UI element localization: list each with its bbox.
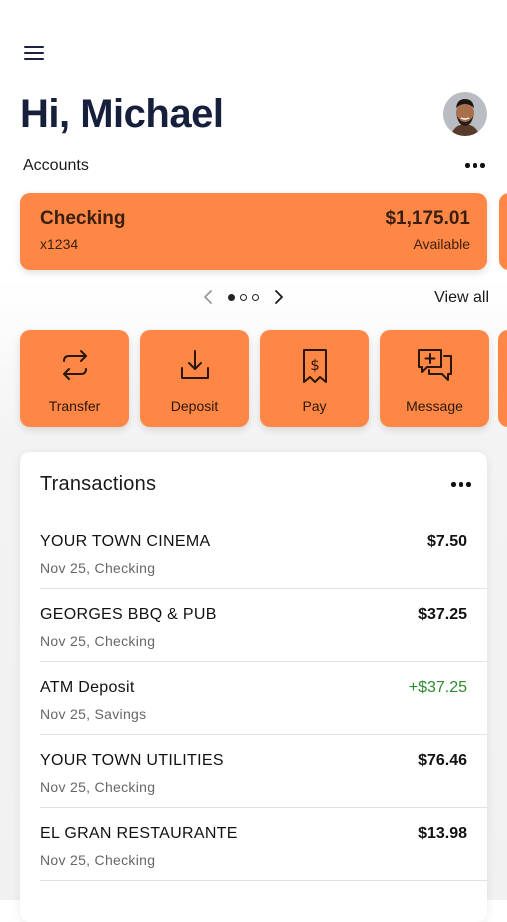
svg-text:$: $ [310,356,320,374]
transaction-amount: +$37.25 [408,679,467,696]
transaction-amount: $76.46 [418,752,467,769]
deposit-button[interactable]: Deposit [140,330,249,427]
pay-icon: $ [302,349,327,383]
transfer-label: Transfer [48,398,101,414]
greeting: Hi, Michael [20,92,224,136]
account-number: x1234 [40,236,79,252]
transactions-title: Transactions [40,473,157,495]
transaction-row[interactable]: ATM Deposit Nov 25, Savings +$37.25 [20,662,487,735]
deposit-label: Deposit [170,398,219,414]
transaction-merchant: YOUR TOWN UTILITIES [40,752,224,769]
transaction-merchant: ATM Deposit [40,679,135,696]
transfer-button[interactable]: Transfer [20,330,129,427]
transaction-detail: Nov 25, Checking [40,852,156,868]
transaction-amount: $37.25 [418,606,467,623]
pager-dot[interactable] [228,293,235,301]
transaction-detail: Nov 25, Checking [40,633,156,649]
transaction-detail: Nov 25, Checking [40,779,156,795]
pay-button[interactable]: $ Pay [260,330,369,427]
view-all-link[interactable]: View all [434,289,489,307]
avatar[interactable] [443,92,487,136]
transaction-amount: $13.98 [418,825,467,842]
transaction-merchant: GEORGES BBQ & PUB [40,606,217,623]
pager-dots[interactable] [228,293,259,301]
message-button[interactable]: Message [380,330,489,427]
transfer-icon [62,350,87,380]
message-icon [417,349,452,381]
pay-label: Pay [302,398,327,414]
accounts-more-icon[interactable] [465,163,485,168]
transaction-row[interactable]: YOUR TOWN UTILITIES Nov 25, Checking $76… [20,735,487,808]
next-action-button[interactable] [498,330,507,427]
deposit-icon [180,350,209,379]
message-label: Message [406,398,463,414]
chevron-right-icon[interactable] [269,288,287,306]
transaction-row[interactable]: EL GRAN RESTAURANTE Nov 25, Checking $13… [20,808,487,881]
account-name: Checking [40,208,126,229]
next-account-card[interactable] [499,193,507,270]
transactions-card: Transactions YOUR TOWN CINEMA Nov 25, Ch… [20,452,487,922]
transaction-amount: $7.50 [426,533,467,550]
transaction-merchant: YOUR TOWN CINEMA [40,533,211,550]
account-card-checking[interactable]: Checking x1234 $1,175.01 Available [20,193,487,270]
transaction-detail: Nov 25, Savings [40,706,147,722]
menu-icon[interactable] [24,44,46,62]
transaction-merchant: EL GRAN RESTAURANTE [40,825,238,842]
divider [40,880,487,881]
pager-dot[interactable] [240,293,247,301]
transaction-row[interactable]: GEORGES BBQ & PUB Nov 25, Checking $37.2… [20,589,487,662]
avatar-image [443,92,487,136]
accounts-label: Accounts [23,157,89,174]
transaction-detail: Nov 25, Checking [40,560,156,576]
chevron-left-icon[interactable] [200,288,218,306]
account-balance-label: Available [413,236,470,252]
account-pager [200,288,287,306]
transaction-row[interactable]: YOUR TOWN CINEMA Nov 25, Checking $7.50 [20,516,487,589]
pager-dot[interactable] [252,293,259,301]
transactions-more-icon[interactable] [451,482,471,487]
account-balance: $1,175.01 [385,208,470,229]
